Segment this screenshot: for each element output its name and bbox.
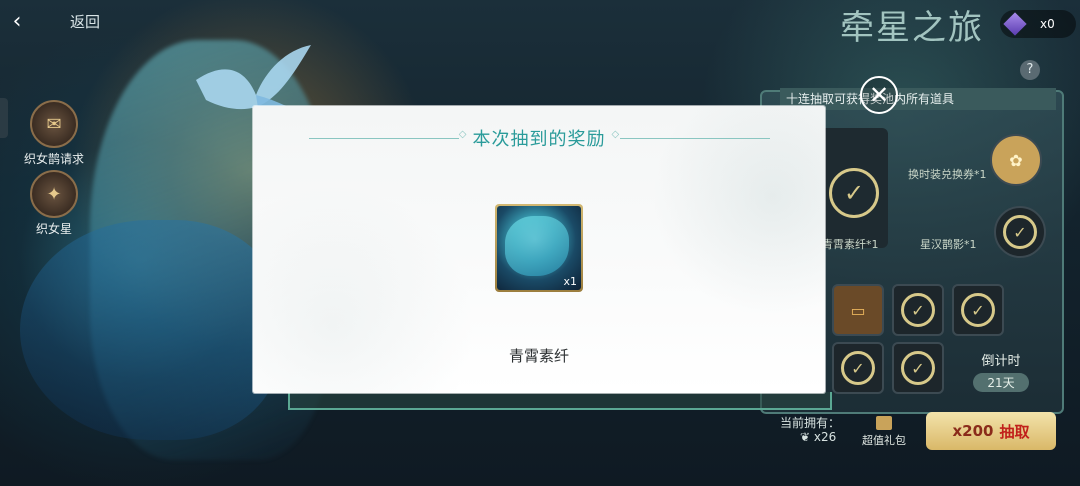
side-button-request[interactable]: ✉ 织女鹊请求 <box>14 100 94 167</box>
check-icon: ✓ <box>841 351 875 385</box>
side-button-vega[interactable]: ✦ 织女星 <box>14 170 94 237</box>
star-icon: ✦ <box>30 170 78 218</box>
reward-label: 星汉鹊影*1 <box>920 238 977 251</box>
reward-dialog: 本次抽到的奖励 x1 青霄素纤 <box>253 106 825 393</box>
feather-icon: ❦ <box>800 430 811 444</box>
character-portrait <box>505 216 569 276</box>
chevron-left-icon: ‹ <box>12 8 22 34</box>
reward-label: 青霄素纤*1 <box>822 238 879 251</box>
reward-slot[interactable]: ✓ <box>892 342 944 394</box>
reward-item-image: x1 <box>497 206 581 290</box>
voucher-slot[interactable]: ✿ <box>990 134 1042 186</box>
featured-reward-slot[interactable]: ✓ <box>820 128 888 248</box>
check-icon: ✓ <box>961 293 995 327</box>
back-label[interactable]: 返回 <box>70 11 100 32</box>
gift-label: 超值礼包 <box>862 434 906 447</box>
scroll-icon: ✉ <box>30 100 78 148</box>
dialog-frame-decoration <box>288 392 832 410</box>
divider-line <box>612 129 770 140</box>
event-title-logo: 牵星之旅 <box>840 8 984 48</box>
reward-slot[interactable]: ✓ <box>892 284 944 336</box>
ticket-icon: ▭ <box>850 300 866 320</box>
voucher-icon: ✿ <box>1009 150 1023 170</box>
reward-slot[interactable]: ✓ <box>994 206 1046 258</box>
check-icon: ✓ <box>1003 215 1037 249</box>
divider-line <box>308 129 467 140</box>
dialog-header: 本次抽到的奖励 <box>253 126 825 150</box>
countdown-value: 21天 <box>973 373 1029 392</box>
reward-qty: x1 <box>563 275 577 288</box>
owned-count: x26 <box>813 430 837 444</box>
close-icon: ✕ <box>868 81 890 109</box>
countdown-label: 倒计时 <box>981 354 1021 369</box>
countdown: 倒计时 21天 <box>966 350 1036 392</box>
back-button[interactable]: ‹ <box>0 0 34 42</box>
character-robe-art <box>20 220 280 440</box>
owned-info: 当前拥有： ❦ x26 <box>780 416 840 444</box>
gift-pack-button[interactable]: 超值礼包 <box>862 416 906 448</box>
reward-slot[interactable]: ▭ <box>832 284 884 336</box>
close-button[interactable]: ✕ <box>860 76 898 114</box>
help-button[interactable]: ? <box>1020 60 1040 80</box>
reward-label: 换时装兑换券*1 <box>908 168 987 181</box>
check-icon: ✓ <box>829 168 879 218</box>
gift-icon <box>876 416 892 430</box>
gem-counter[interactable]: x0 <box>1000 10 1076 38</box>
check-icon: ✓ <box>901 293 935 327</box>
bottom-bar: 当前拥有： ❦ x26 超值礼包 x200 抽取 <box>750 412 1080 452</box>
dialog-title: 本次抽到的奖励 <box>472 129 606 150</box>
gem-icon <box>1003 12 1027 36</box>
check-icon: ✓ <box>901 351 935 385</box>
edge-tab[interactable] <box>0 98 8 138</box>
reward-item-name: 青霄素纤 <box>508 347 569 365</box>
draw-cost: x200 <box>952 422 994 440</box>
side-button-label: 织女星 <box>35 222 72 236</box>
owned-label: 当前拥有： <box>780 416 841 430</box>
reward-slot[interactable]: ✓ <box>952 284 1004 336</box>
reward-slot[interactable]: ✓ <box>832 342 884 394</box>
reward-item-card[interactable]: x1 <box>495 204 583 292</box>
draw-button[interactable]: x200 抽取 <box>926 412 1056 450</box>
top-left-nav: ‹ 返回 <box>0 0 100 42</box>
gem-count: x0 <box>1040 17 1055 31</box>
side-button-label: 织女鹊请求 <box>23 152 84 166</box>
draw-label: 抽取 <box>999 422 1030 441</box>
